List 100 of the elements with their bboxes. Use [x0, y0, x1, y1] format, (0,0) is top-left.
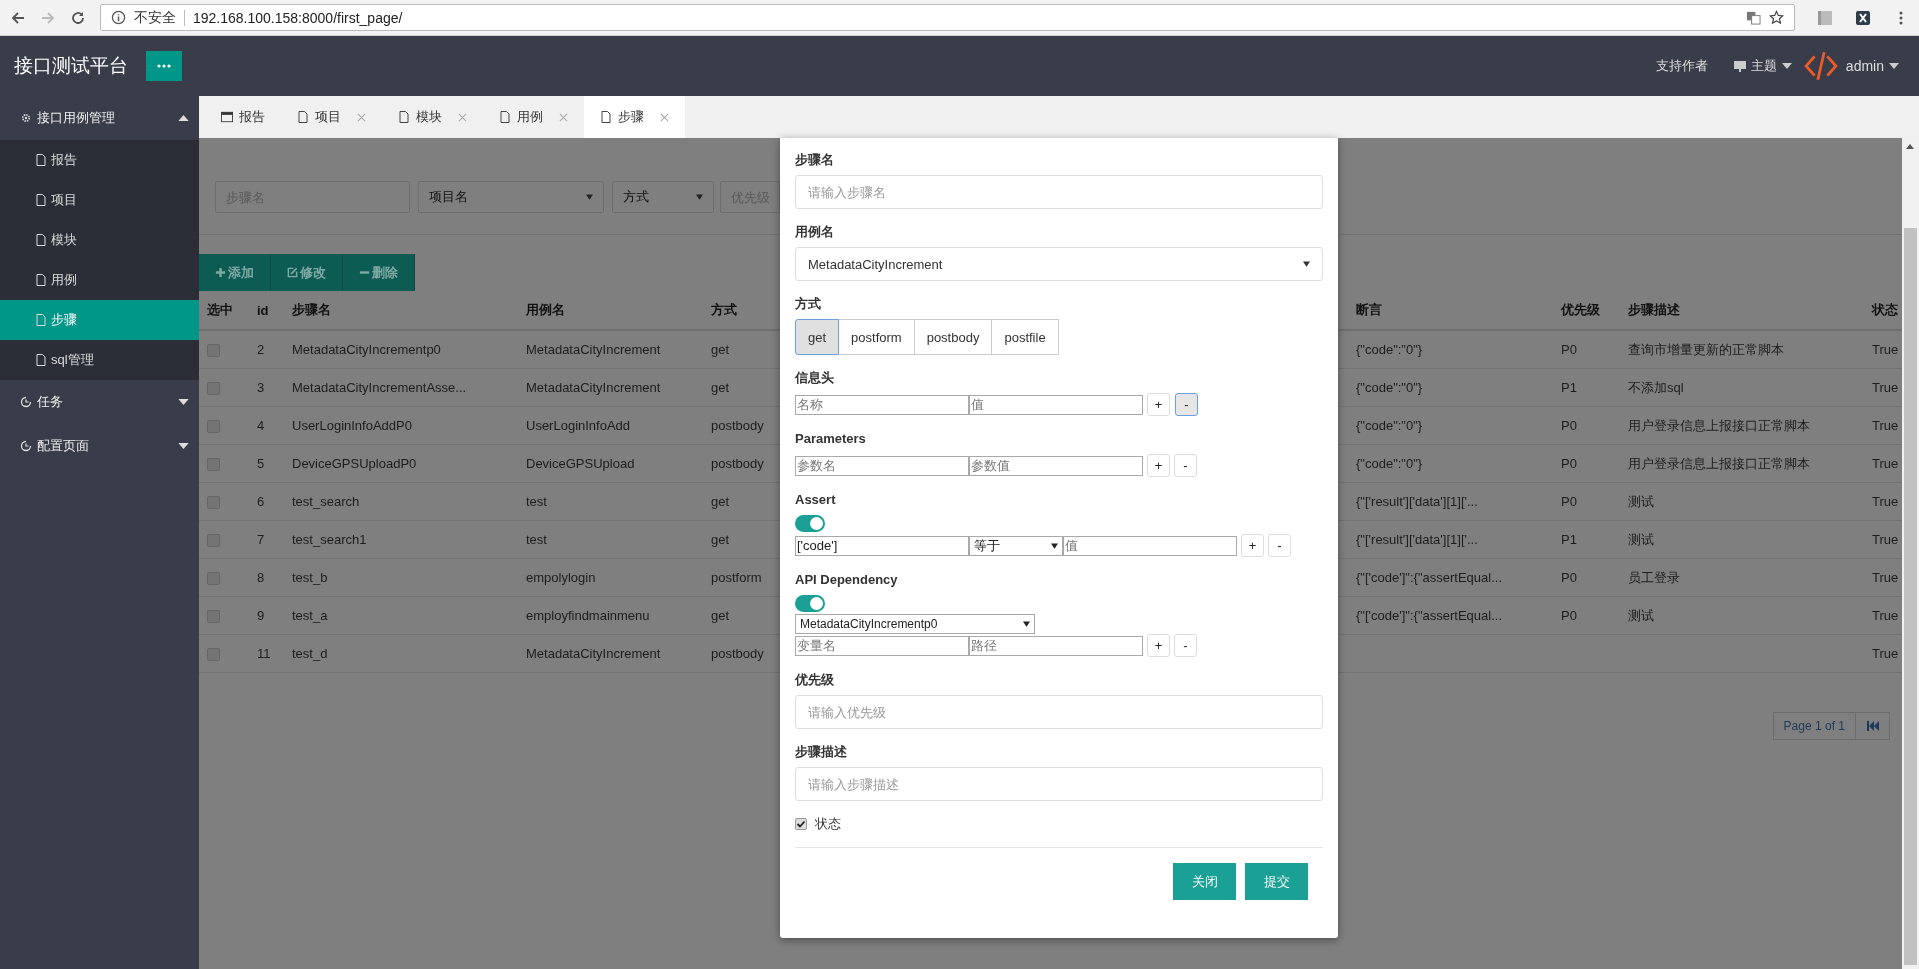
sidebar-item[interactable]: 模块 [0, 220, 199, 260]
method-option[interactable]: get [795, 319, 840, 355]
remove-button[interactable]: - [1175, 393, 1198, 416]
row-checkbox[interactable] [207, 382, 220, 396]
add-button[interactable]: + [1147, 393, 1170, 416]
caret-icon [178, 399, 189, 405]
row-checkbox[interactable] [207, 648, 220, 662]
variable-path-field[interactable]: 路径 [969, 635, 1143, 656]
case-select[interactable]: MetadataCityIncrement [795, 247, 1323, 281]
column-header: id [256, 302, 270, 318]
translate-icon[interactable] [1746, 10, 1761, 25]
priority-field[interactable]: 请输入优先级 [795, 695, 1323, 729]
first-page-button[interactable] [1856, 712, 1890, 740]
field-label: 用例名 [795, 223, 834, 241]
file-icon [36, 194, 46, 206]
table-cell-text: {"code":"0"} [1355, 456, 1424, 471]
table-cell-text: 6 [256, 494, 266, 509]
tab[interactable]: 模块 [382, 96, 483, 138]
step-name-field[interactable]: 请输入步骤名 [795, 175, 1323, 209]
tab[interactable]: 项目 [281, 96, 382, 138]
sidebar-item[interactable]: 报告 [0, 140, 199, 180]
row-checkbox[interactable] [207, 610, 220, 624]
method-option[interactable]: postbody [913, 319, 993, 355]
method-option[interactable]: postfile [991, 319, 1059, 355]
header-name-field[interactable]: 名称 [795, 394, 969, 415]
column-header: 用例名 [525, 301, 566, 319]
reload-icon[interactable] [70, 9, 86, 26]
sidebar-group[interactable]: 任务 [0, 380, 199, 424]
assert-path-field[interactable]: ['code'] [795, 535, 969, 556]
sidebar-item[interactable]: 用例 [0, 260, 199, 300]
parameter-value-field[interactable]: 参数值 [969, 455, 1143, 476]
assert-value-field[interactable]: 值 [1063, 535, 1237, 556]
sidebar-item[interactable]: sql管理 [0, 340, 199, 380]
table-cell-text: True [1871, 456, 1900, 471]
add-button[interactable]: + [1147, 454, 1170, 477]
file-icon [499, 111, 511, 123]
sidebar-item[interactable]: 步骤 [0, 300, 199, 340]
first-page-icon [1866, 721, 1879, 731]
variable-name-field[interactable]: 变量名 [795, 635, 969, 656]
remove-button[interactable]: - [1268, 534, 1291, 557]
row-checkbox[interactable] [207, 344, 220, 358]
sidebar-group[interactable]: 接口用例管理 [0, 96, 199, 140]
scrollbar[interactable] [1902, 138, 1919, 969]
close-icon[interactable] [458, 112, 467, 122]
star-icon[interactable] [1769, 10, 1784, 25]
tab[interactable]: 报告 [205, 96, 281, 138]
row-checkbox[interactable] [207, 458, 220, 472]
address-bar[interactable]: 不安全 192.168.100.158:8000/first_page/ [100, 4, 1795, 31]
table-cell-text: {"code":"0"} [1355, 418, 1424, 433]
back-icon[interactable] [10, 9, 26, 26]
close-icon[interactable] [559, 112, 568, 122]
close-icon[interactable] [357, 112, 366, 122]
dependency-toggle[interactable] [795, 595, 825, 612]
table-cell-text: P0 [1560, 608, 1578, 623]
scroll-up-icon[interactable] [1906, 144, 1914, 149]
header-value-field[interactable]: 值 [969, 394, 1143, 415]
remove-button[interactable]: - [1174, 634, 1197, 657]
extension-icon[interactable] [1855, 9, 1871, 26]
table-cell-text: 不添加sql [1627, 378, 1685, 397]
parameter-name-field[interactable]: 参数名 [795, 455, 969, 476]
theme-menu[interactable]: 主题 [1733, 57, 1792, 75]
add-button[interactable]: + [1147, 634, 1170, 657]
security-label: 不安全 [134, 8, 176, 27]
table-cell-text: employfindmainmenu [525, 608, 651, 623]
description-field[interactable]: 请输入步骤描述 [795, 767, 1323, 801]
field-label: API Dependency [795, 571, 898, 589]
row-checkbox[interactable] [207, 534, 220, 548]
table-cell-text: True [1871, 342, 1900, 357]
table-cell-text: P0 [1560, 494, 1578, 509]
field-label: 步骤名 [795, 151, 834, 169]
assert-toggle[interactable] [795, 515, 825, 532]
close-icon[interactable] [660, 112, 669, 122]
user-menu[interactable]: admin [1845, 58, 1899, 74]
more-button[interactable] [146, 51, 182, 81]
clock-icon [20, 396, 32, 408]
table-cell-text: 7 [256, 532, 266, 547]
forward-icon[interactable] [40, 9, 56, 26]
method-option[interactable]: postform [838, 319, 915, 355]
status-checkbox[interactable] [795, 818, 807, 830]
remove-button[interactable]: - [1174, 454, 1197, 477]
row-checkbox[interactable] [207, 420, 220, 434]
api-select[interactable]: MetadataCityIncrementp0 [795, 614, 1035, 634]
sidebar-group[interactable]: 配置页面 [0, 424, 199, 468]
sidebar-item[interactable]: 项目 [0, 180, 199, 220]
tab[interactable]: 用例 [483, 96, 584, 138]
table-cell-text: get [710, 342, 731, 357]
table-cell-text: test [525, 494, 548, 509]
filter-select[interactable]: 项目名 [418, 181, 604, 213]
add-button[interactable]: + [1241, 534, 1264, 557]
table-cell-text: get [710, 494, 731, 509]
filter-select[interactable]: 方式 [612, 181, 714, 213]
row-checkbox[interactable] [207, 572, 220, 586]
column-header: 步骤名 [291, 301, 332, 319]
support-link[interactable]: 支持作者 [1655, 57, 1708, 75]
info-icon[interactable] [111, 10, 126, 25]
row-checkbox[interactable] [207, 496, 220, 510]
table-cell-text: test_search [291, 494, 361, 509]
table-cell-text: DeviceGPSUploadP0 [291, 456, 418, 471]
tab[interactable]: 步骤 [584, 96, 685, 138]
operator-select[interactable]: 等于 [969, 535, 1063, 556]
